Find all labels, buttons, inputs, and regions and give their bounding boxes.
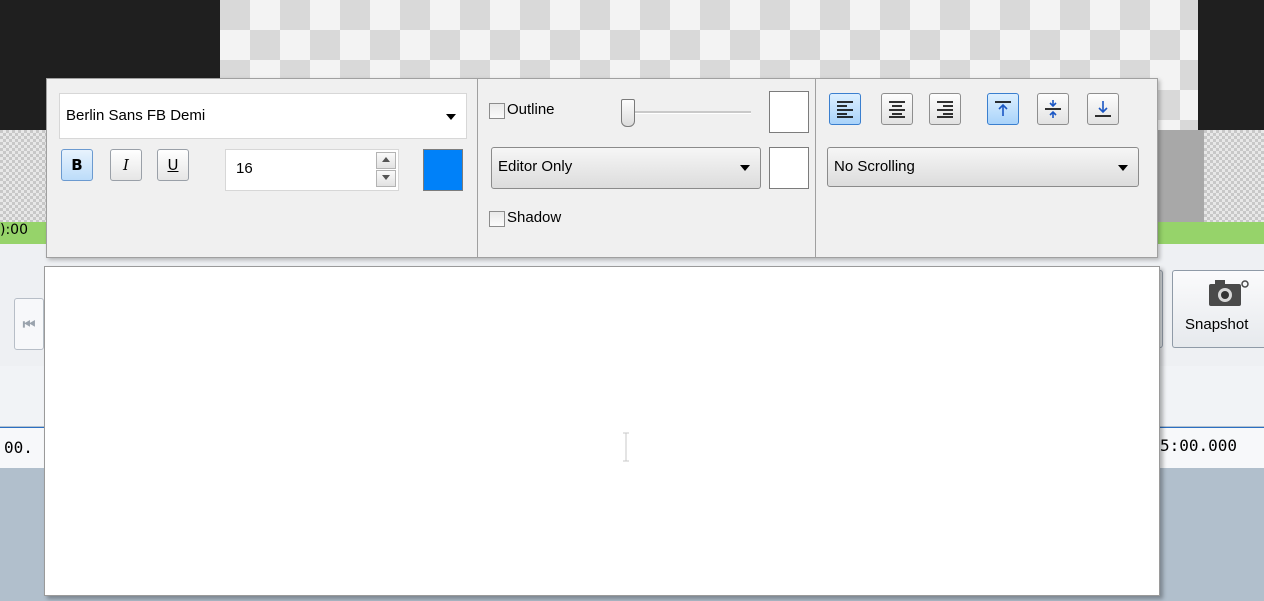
camera-icon: [1209, 280, 1249, 306]
track-strip-transparent-right: [1204, 130, 1264, 222]
valign-middle-button[interactable]: [1037, 93, 1069, 125]
chevron-down-icon: [446, 114, 456, 120]
align-right-button[interactable]: [929, 93, 961, 125]
timeline-start-timecode: 00.: [4, 438, 33, 457]
align-left-icon: [837, 101, 853, 118]
text-format-toolbar: Berlin Sans FB Demi B I U 16 Outline Edi…: [46, 78, 1158, 258]
shadow-label: Shadow: [507, 209, 562, 226]
timeline-end-timecode: 5:00.000: [1160, 436, 1238, 455]
align-top-icon: [995, 101, 1011, 116]
toolbar-separator: [815, 79, 816, 257]
toolbar-separator: [477, 79, 478, 257]
outline-width-slider[interactable]: [623, 111, 751, 114]
font-family-value: Berlin Sans FB Demi: [66, 107, 206, 124]
display-mode-value: Editor Only: [498, 158, 573, 175]
timecode-top-left: ):00: [0, 222, 28, 238]
align-center-icon: [889, 101, 905, 118]
snapshot-button-label: Snapshot: [1185, 316, 1249, 333]
underline-button[interactable]: U: [157, 149, 189, 181]
bold-button[interactable]: B: [61, 149, 93, 181]
align-left-button[interactable]: [829, 93, 861, 125]
outline-color-swatch[interactable]: [769, 91, 809, 133]
display-mode-dropdown[interactable]: Editor Only: [491, 147, 761, 189]
scrolling-dropdown[interactable]: No Scrolling: [827, 147, 1139, 187]
previous-button[interactable]: ⏮: [14, 298, 44, 350]
align-middle-icon: [1045, 100, 1061, 118]
italic-button[interactable]: I: [110, 149, 142, 181]
track-strip-transparent-left: [0, 130, 46, 222]
align-center-button[interactable]: [881, 93, 913, 125]
increase-size-button[interactable]: [376, 152, 396, 169]
valign-bottom-button[interactable]: [1087, 93, 1119, 125]
align-right-icon: [937, 101, 953, 118]
font-color-swatch[interactable]: [423, 149, 463, 191]
font-size-value: 16: [236, 160, 253, 177]
font-family-dropdown[interactable]: Berlin Sans FB Demi: [59, 93, 467, 139]
shadow-checkbox[interactable]: [489, 211, 505, 227]
chevron-down-icon: [740, 165, 750, 171]
outline-checkbox[interactable]: [489, 103, 505, 119]
outline-width-slider-thumb[interactable]: [621, 99, 635, 127]
outline-label: Outline: [507, 101, 555, 118]
scrolling-value: No Scrolling: [834, 158, 915, 175]
arrow-down-icon: [382, 175, 390, 180]
text-editor-area[interactable]: [44, 266, 1160, 596]
chevron-down-icon: [1118, 165, 1128, 171]
arrow-up-icon: [382, 157, 390, 162]
font-size-stepper[interactable]: 16: [225, 149, 399, 191]
text-cursor-icon: [623, 432, 629, 462]
align-bottom-icon: [1095, 101, 1111, 117]
valign-top-button[interactable]: [987, 93, 1019, 125]
decrease-size-button[interactable]: [376, 170, 396, 187]
shadow-color-swatch[interactable]: [769, 147, 809, 189]
